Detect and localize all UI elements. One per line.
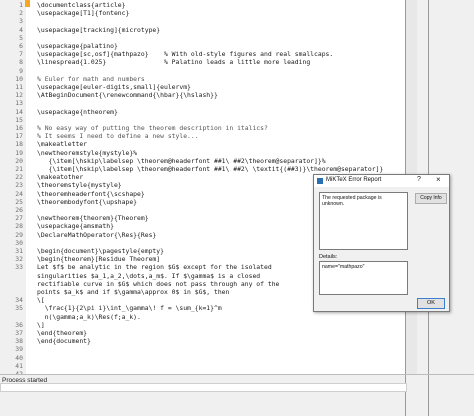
line-number: 32 xyxy=(15,255,23,264)
line-number: 31 xyxy=(15,247,23,255)
code-line[interactable]: \[ xyxy=(37,296,45,304)
miktex-icon xyxy=(317,178,323,184)
code-line[interactable]: points $a_k$ and if $\gamma\approx 0$ in… xyxy=(37,288,229,296)
line-number: 19 xyxy=(15,148,23,157)
line-number: 27 xyxy=(15,214,23,223)
code-line[interactable]: n(\gamma;a_k)\Res(f;a_k). xyxy=(37,313,141,321)
details-label: Details: xyxy=(319,254,338,260)
current-line-marker xyxy=(25,0,30,7)
line-number: 13 xyxy=(15,99,23,108)
code-line[interactable]: \usepackage[sc,osf]{mathpazo} % With old… xyxy=(37,50,333,58)
line-number: 37 xyxy=(15,329,23,337)
line-number: 18 xyxy=(15,140,23,149)
line-number: 28 xyxy=(15,222,23,231)
code-line[interactable]: \begin{theorem}[Residue Theorem] xyxy=(37,255,160,263)
code-line[interactable]: \theoremstyle{mystyle} xyxy=(37,181,122,189)
line-number: 16 xyxy=(15,124,23,132)
code-line[interactable]: % It seems I need to define a new style.… xyxy=(37,132,199,140)
code-line[interactable]: \begin{document}\pagestyle{empty} xyxy=(37,247,164,255)
line-number: 3 xyxy=(19,17,23,26)
line-number: 21 xyxy=(15,165,23,173)
error-message-box[interactable]: The requested package is unknown. xyxy=(319,192,408,250)
code-line[interactable]: \theorembodyfont{\upshape} xyxy=(37,198,137,206)
line-number: 5 xyxy=(19,33,23,42)
line-number: 30 xyxy=(15,238,23,247)
help-button[interactable]: ? xyxy=(417,176,421,183)
line-number: 10 xyxy=(15,74,23,83)
code-line[interactable]: \makeatother xyxy=(37,173,83,181)
code-line[interactable]: singularities $a_1,a_2,\dots,a_m$. If $\… xyxy=(37,272,260,280)
line-number: 23 xyxy=(15,181,23,190)
line-number: 26 xyxy=(15,206,23,214)
code-line[interactable]: \usepackage{amsmath} xyxy=(37,222,114,230)
line-number: 40 xyxy=(15,353,23,362)
line-number: 35 xyxy=(15,304,23,313)
dialog-title: MiKTeX Error Report xyxy=(326,177,382,183)
line-number: 38 xyxy=(15,337,23,346)
code-line[interactable]: {\item[\hskip\labelsep \theorem@headerfo… xyxy=(37,165,384,173)
line-number: 4 xyxy=(19,25,23,34)
line-number: 14 xyxy=(15,107,23,116)
code-line[interactable]: {\item[\hskip\labelsep \theorem@headerfo… xyxy=(37,157,326,165)
code-line[interactable]: \end{theorem} xyxy=(37,329,87,337)
line-number: 9 xyxy=(19,66,23,75)
code-line[interactable]: \usepackage[tracking]{microtype} xyxy=(37,26,160,34)
code-line[interactable]: \] xyxy=(37,321,45,329)
line-number: 2 xyxy=(19,9,23,18)
copy-info-button[interactable]: Copy Info xyxy=(415,193,447,204)
code-line[interactable]: \theoremheaderfont{\scshape} xyxy=(37,190,145,198)
code-line[interactable]: \usepackage[T1]{fontenc} xyxy=(37,9,129,17)
dialog-titlebar[interactable]: MiKTeX Error Report ? × xyxy=(314,175,449,187)
code-line[interactable]: \makeatletter xyxy=(37,140,87,148)
line-number: 20 xyxy=(15,156,23,165)
ok-button[interactable]: OK xyxy=(417,298,445,309)
line-number: 36 xyxy=(15,320,23,329)
details-box[interactable]: name="mathpazo" xyxy=(319,261,408,295)
code-line[interactable]: \DeclareMathOperator{\Res}{Res} xyxy=(37,231,156,239)
code-line[interactable]: \newtheoremstyle{mystyle}% xyxy=(37,149,137,157)
line-number: 24 xyxy=(15,189,23,198)
line-number: 7 xyxy=(19,50,23,59)
code-line[interactable]: \documentclass{article} xyxy=(37,1,126,9)
code-line[interactable]: % No easy way of putting the theorem des… xyxy=(37,124,268,132)
close-button[interactable]: × xyxy=(436,175,441,184)
code-line[interactable]: \AtBeginDocument{\renewcommand{\hbar}{\h… xyxy=(37,91,218,99)
code-line[interactable]: \end{document} xyxy=(37,337,91,345)
line-number: 11 xyxy=(15,83,23,91)
code-line[interactable]: \usepackage[euler-digits,small]{eulervm} xyxy=(37,83,191,91)
line-number: 12 xyxy=(15,91,23,100)
code-line[interactable]: % Euler for math and numbers xyxy=(37,75,145,83)
line-number: 15 xyxy=(15,115,23,124)
line-number: 41 xyxy=(15,361,23,370)
code-line[interactable]: \usepackage{ntheorem} xyxy=(37,108,118,116)
line-number: 29 xyxy=(15,230,23,239)
line-number: 8 xyxy=(19,58,23,67)
line-number: 34 xyxy=(15,296,23,305)
code-line[interactable]: \newtheorem{theorem}{Theorem} xyxy=(37,214,149,222)
code-line[interactable]: rectifiable curve in $G$ which does not … xyxy=(37,280,279,288)
output-panel xyxy=(0,383,407,392)
line-number: 33 xyxy=(15,263,23,272)
code-line[interactable]: Let $f$ be analytic in the region $G$ ex… xyxy=(37,263,272,271)
line-number: 6 xyxy=(19,42,23,50)
fold-margin xyxy=(26,0,34,374)
code-line[interactable]: \frac{1}{2\pi i}\int_\gamma\! f = \sum_{… xyxy=(37,304,222,312)
code-line[interactable]: \linespread{1.025} % Palatino leads a li… xyxy=(37,58,310,66)
line-number: 39 xyxy=(15,345,23,354)
line-number: 25 xyxy=(15,197,23,206)
error-dialog: MiKTeX Error Report ? × The requested pa… xyxy=(313,174,450,312)
code-line[interactable]: \usepackage{palatino} xyxy=(37,42,118,50)
output-splitter[interactable] xyxy=(0,374,474,375)
line-number: 1 xyxy=(19,1,23,9)
line-number: 22 xyxy=(15,173,23,182)
line-number: 17 xyxy=(15,132,23,141)
